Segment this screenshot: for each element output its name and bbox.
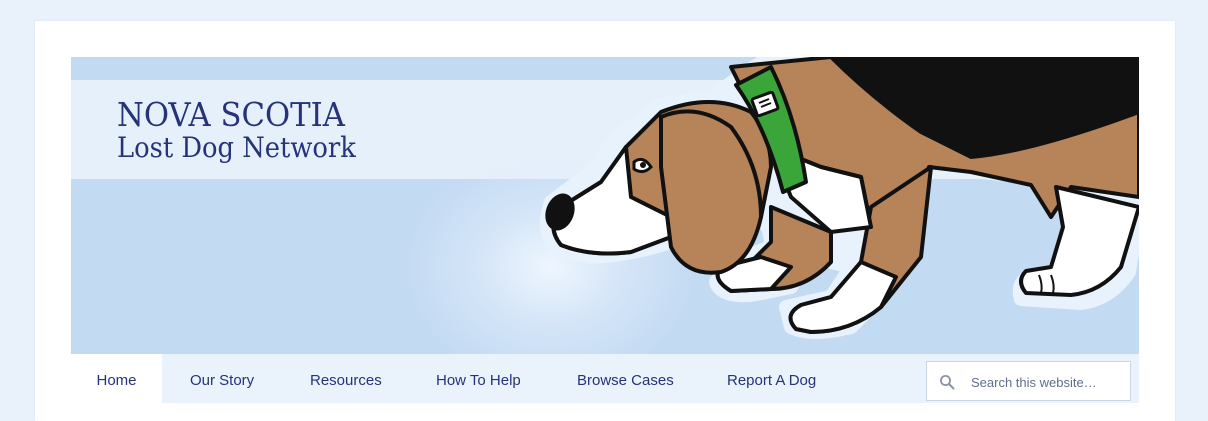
nav-item-resources[interactable]: Resources <box>310 354 382 403</box>
search-icon[interactable] <box>939 374 955 390</box>
nav-item-home[interactable]: Home <box>71 354 162 403</box>
search-box[interactable] <box>926 361 1131 402</box>
nav-item-browse-cases[interactable]: Browse Cases <box>577 354 674 403</box>
beagle-illustration <box>540 57 1139 339</box>
search-input[interactable] <box>969 362 1128 402</box>
nav-item-our-story[interactable]: Our Story <box>190 354 254 403</box>
main-navigation: Home Our Story Resources How To Help Bro… <box>71 354 1139 403</box>
nav-item-report-a-dog[interactable]: Report A Dog <box>727 354 816 403</box>
nav-item-how-to-help[interactable]: How To Help <box>436 354 521 403</box>
site-header-banner[interactable]: NOVA SCOTIA Lost Dog Network <box>71 57 1139 354</box>
